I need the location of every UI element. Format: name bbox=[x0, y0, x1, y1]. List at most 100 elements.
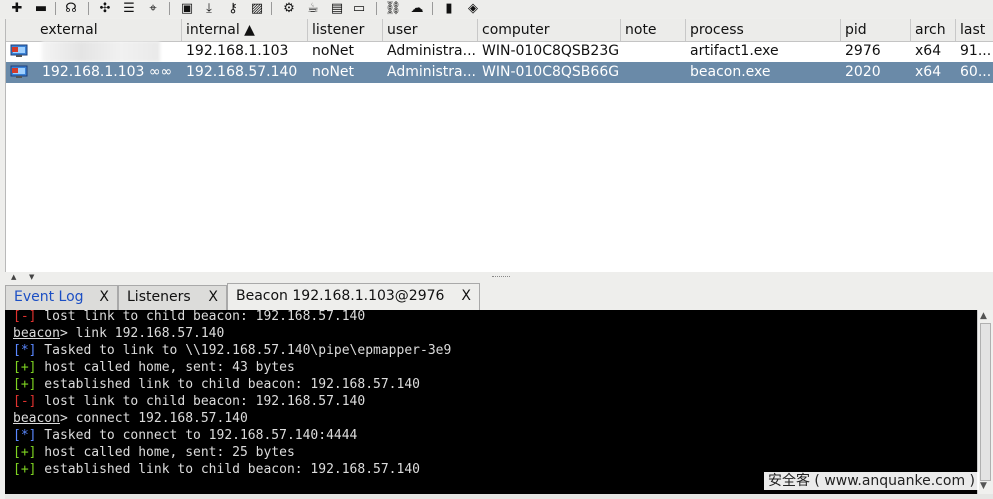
pivot-graph-icon[interactable]: ✣ bbox=[96, 1, 114, 16]
cell-arch: x64 bbox=[915, 43, 942, 59]
session-row[interactable]: 192.168.1.103 noNet Administra... WIN-010C8… bbox=[6, 41, 993, 62]
coffee-icon[interactable]: ☕ bbox=[304, 1, 322, 16]
cell-arch: x64 bbox=[915, 64, 942, 80]
toolbar-separator bbox=[376, 2, 377, 15]
toolbar-separator bbox=[55, 2, 56, 15]
tab-bar: Event Log X Listeners X Beacon 192.168.1.103… bbox=[5, 283, 993, 310]
cell-note bbox=[621, 62, 686, 83]
console-scrollbar[interactable]: ▲ ▼ bbox=[977, 310, 993, 494]
cell-external: 192.168.1.103 ∞∞ bbox=[42, 64, 173, 80]
column-header-user[interactable]: user bbox=[383, 19, 478, 41]
console-prompt: beacon bbox=[13, 326, 60, 341]
cell-user: Administra... bbox=[387, 43, 476, 59]
credentials-icon[interactable]: ▣ bbox=[178, 1, 196, 16]
tab-listeners[interactable]: Listeners X bbox=[118, 285, 227, 310]
watermark-text: 安全客 ( www.anquanke.com ) bbox=[763, 472, 979, 490]
console-tag-ok: [+] bbox=[13, 462, 37, 477]
cell-note bbox=[621, 41, 686, 62]
windows-computer-icon bbox=[10, 65, 28, 78]
console-text: lost link to child beacon: 192.168.57.14… bbox=[36, 394, 366, 409]
console-line: [+] host called home, sent: 43 bytes bbox=[13, 359, 295, 376]
tab-event-log[interactable]: Event Log X bbox=[5, 285, 118, 310]
windows-computer-icon bbox=[10, 44, 28, 57]
cell-pid: 2976 bbox=[845, 43, 881, 59]
document-icon[interactable]: ▤ bbox=[328, 1, 346, 16]
console-tag-ok: [+] bbox=[13, 377, 37, 392]
console-prompt: beacon bbox=[13, 411, 60, 426]
headphones-icon[interactable]: ☊ bbox=[62, 1, 80, 16]
cell-listener: noNet bbox=[312, 43, 355, 59]
column-header-arch[interactable]: arch bbox=[911, 19, 956, 41]
console-text: Tasked to connect to 192.168.57.140:4444 bbox=[36, 428, 358, 443]
column-header-computer[interactable]: computer bbox=[478, 19, 621, 41]
column-header-internal[interactable]: internal ▲ bbox=[182, 19, 308, 41]
column-header-listener[interactable]: listener bbox=[308, 19, 383, 41]
book-icon[interactable]: ▮ bbox=[440, 1, 458, 16]
session-row[interactable]: 192.168.1.103 ∞∞ 192.168.57.140 noNet Admin… bbox=[6, 62, 993, 83]
toolbar-separator bbox=[88, 2, 89, 15]
console-tag-info: [*] bbox=[13, 428, 37, 443]
new-connection-icon[interactable]: ✚ bbox=[8, 1, 26, 16]
column-header-last[interactable]: last bbox=[956, 19, 993, 41]
redacted-ip bbox=[42, 41, 160, 62]
column-header-external[interactable]: external bbox=[6, 19, 182, 41]
key-icon[interactable]: ⚷ bbox=[224, 1, 242, 16]
cell-external bbox=[38, 41, 182, 62]
scrollbar-thumb[interactable] bbox=[980, 323, 991, 481]
console-text: lost link to child beacon: 192.168.57.14… bbox=[36, 310, 366, 324]
toolbar-separator bbox=[169, 2, 170, 15]
column-header-process[interactable]: process bbox=[686, 19, 841, 41]
console-line: beacon> connect 192.168.57.140 bbox=[13, 410, 248, 427]
toolbar: ✚ ▬ ☊ ✣ ☰ ⌖ ▣ ⤓ ⚷ ▨ ⚙ ☕ ▤ ▭ ⛓ ☁ ▮ ◈ bbox=[0, 0, 993, 18]
cell-pid: 2020 bbox=[845, 64, 881, 80]
cell-computer: WIN-010C8QSB66G bbox=[482, 64, 620, 80]
cube-icon[interactable]: ◈ bbox=[464, 1, 482, 16]
tab-beacon[interactable]: Beacon 192.168.1.103@2976 X bbox=[227, 283, 480, 310]
collapse-down-icon[interactable]: ▼ bbox=[29, 273, 34, 281]
console-text: established link to child beacon: 192.16… bbox=[36, 377, 420, 392]
tab-close-button[interactable]: X bbox=[461, 284, 471, 309]
console-text: host called home, sent: 25 bytes bbox=[36, 445, 295, 460]
scroll-down-icon[interactable]: ▼ bbox=[980, 481, 987, 491]
status-strip bbox=[5, 494, 993, 499]
session-table-icon[interactable]: ☰ bbox=[120, 1, 138, 16]
screenshot-icon[interactable]: ▨ bbox=[248, 1, 266, 16]
cell-internal: 192.168.57.140 bbox=[186, 64, 298, 80]
console-line: [*] Tasked to connect to 192.168.57.140:… bbox=[13, 427, 357, 444]
console-tag-err: [-] bbox=[13, 310, 37, 324]
column-header-note[interactable]: note bbox=[621, 19, 686, 41]
target-icon[interactable]: ⌖ bbox=[144, 1, 162, 16]
collapse-up-icon[interactable]: ▲ bbox=[11, 273, 16, 281]
download-icon[interactable]: ⤓ bbox=[200, 1, 218, 16]
cell-internal: 192.168.1.103 bbox=[186, 43, 289, 59]
console-tag-err: [-] bbox=[13, 394, 37, 409]
console-icon[interactable]: ▭ bbox=[350, 1, 368, 16]
console-tag-ok: [+] bbox=[13, 445, 37, 460]
console-line: [+] host called home, sent: 25 bytes bbox=[13, 444, 295, 461]
beacon-console[interactable]: [-] lost link to child beacon: 192.168.5… bbox=[5, 310, 977, 494]
disconnect-icon[interactable]: ▬ bbox=[32, 1, 50, 16]
console-line: [+] established link to child beacon: 19… bbox=[13, 461, 420, 478]
console-text: Tasked to link to \\192.168.57.140\pipe\… bbox=[36, 343, 452, 358]
settings-gear-icon[interactable]: ⚙ bbox=[280, 1, 298, 16]
tab-close-button[interactable]: X bbox=[208, 286, 218, 309]
cell-computer: WIN-010C8QSB23G bbox=[482, 43, 620, 59]
cell-listener: noNet bbox=[312, 64, 355, 80]
console-line: beacon> link 192.168.57.140 bbox=[13, 325, 224, 342]
column-header-pid[interactable]: pid bbox=[841, 19, 911, 41]
console-text: host called home, sent: 43 bytes bbox=[36, 360, 295, 375]
splitter-grip[interactable] bbox=[492, 276, 510, 280]
console-line: [+] established link to child beacon: 19… bbox=[13, 376, 420, 393]
pane-splitter[interactable]: ▲ ▼ bbox=[0, 272, 993, 282]
console-line: [-] lost link to child beacon: 192.168.5… bbox=[13, 393, 365, 410]
link-icon[interactable]: ⛓ bbox=[384, 1, 402, 16]
cell-last: 91... bbox=[960, 43, 992, 59]
tab-label: Beacon 192.168.1.103@2976 bbox=[236, 288, 445, 304]
scroll-up-icon[interactable]: ▲ bbox=[980, 311, 987, 321]
console-text: > link 192.168.57.140 bbox=[59, 326, 225, 341]
session-table-header: external internal ▲ listener user computer no… bbox=[6, 19, 993, 42]
cloud-icon[interactable]: ☁ bbox=[408, 1, 426, 16]
cell-last: 60... bbox=[960, 64, 992, 80]
tab-close-button[interactable]: X bbox=[99, 286, 109, 309]
console-line: [-] lost link to child beacon: 192.168.5… bbox=[13, 310, 365, 325]
